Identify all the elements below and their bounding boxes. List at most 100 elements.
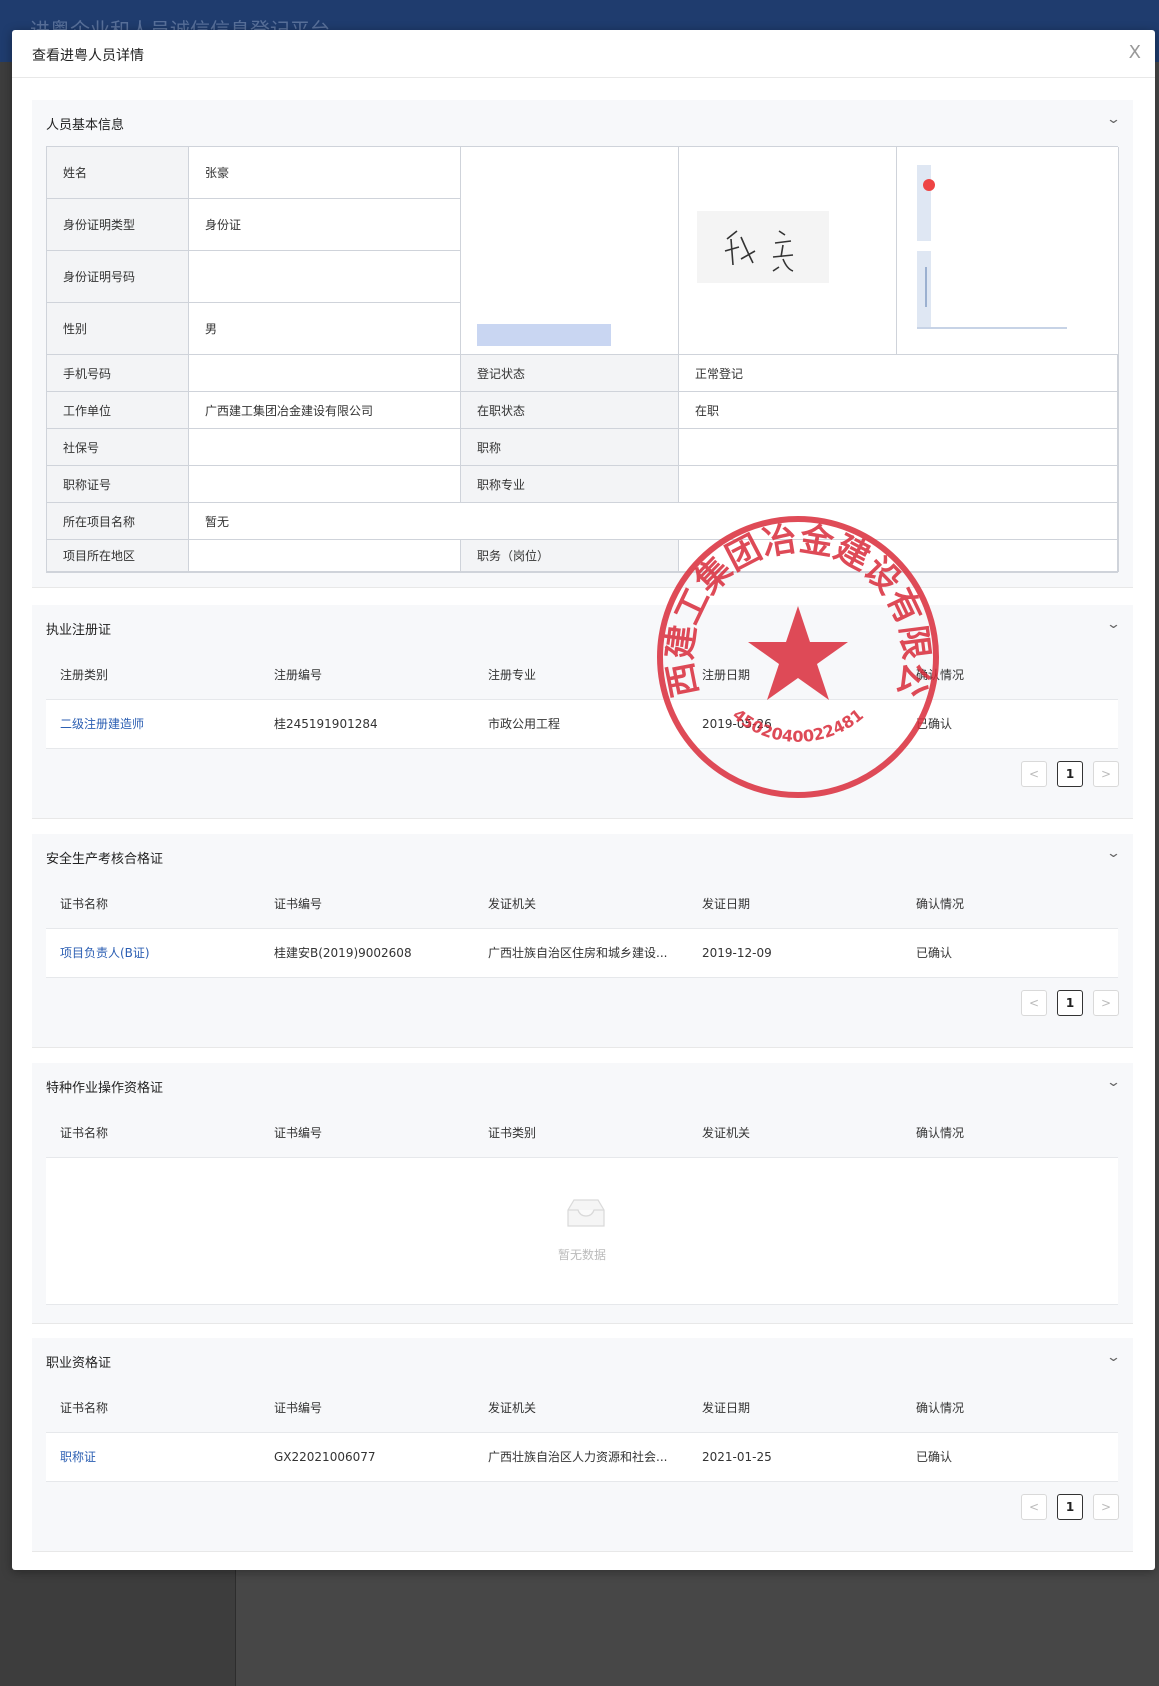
name-label: 姓名 — [47, 147, 189, 199]
next-page-button[interactable]: > — [1093, 761, 1119, 787]
title-cert-label: 职称证号 — [47, 466, 189, 503]
prev-page-button[interactable]: < — [1021, 761, 1047, 787]
col-header: 证书编号 — [274, 897, 323, 911]
photo-fragment — [477, 324, 611, 346]
employer-value: 广西建工集团冶金建设有限公司 — [189, 392, 461, 429]
pagination: < 1 > — [1021, 990, 1119, 1018]
col-header: 证书编号 — [274, 1126, 323, 1140]
section-header[interactable]: 安全生产考核合格证 ⌄ — [32, 834, 1133, 880]
section-title: 特种作业操作资格证 — [46, 1081, 164, 1096]
table-cell: 已确认 — [916, 1450, 953, 1464]
col-header: 确认情况 — [916, 668, 965, 682]
employer-label: 工作单位 — [47, 392, 189, 429]
next-page-button[interactable]: > — [1093, 1494, 1119, 1520]
person-detail-modal: 查看进粤人员详情 X 人员基本信息 ⌄ 姓名 张豪 身份证明类型 身份证 身份证… — [12, 30, 1155, 1570]
col-header: 证书类别 — [488, 1126, 537, 1140]
chevron-down-icon[interactable]: ⌄ — [1106, 1075, 1121, 1090]
cert-name-link[interactable]: 项目负责人(B证) — [60, 929, 250, 977]
chevron-down-icon[interactable]: ⌄ — [1106, 1350, 1121, 1365]
empty-box-icon — [567, 1199, 605, 1227]
region-label: 项目所在地区 — [47, 540, 189, 572]
page-number[interactable]: 1 — [1057, 990, 1083, 1016]
col-header: 确认情况 — [916, 1126, 965, 1140]
reg-status-value: 正常登记 — [679, 355, 1119, 392]
signature-image[interactable] — [679, 147, 897, 355]
id-card-image[interactable] — [897, 147, 1119, 355]
section-basic-info: 人员基本信息 ⌄ 姓名 张豪 身份证明类型 身份证 身份证明号码 性别 男 手机… — [32, 100, 1133, 588]
col-header: 证书名称 — [60, 1126, 109, 1140]
section-header[interactable]: 人员基本信息 ⌄ — [32, 100, 1133, 146]
safety-cert-table: 证书名称 证书编号 发证机关 发证日期 确认情况 项目负责人(B证) 桂建安B(… — [46, 880, 1118, 978]
name-value: 张豪 — [189, 147, 461, 199]
section-title: 执业注册证 — [46, 623, 112, 638]
table-row: 项目负责人(B证) 桂建安B(2019)9002608 广西壮族自治区住房和城乡… — [46, 929, 1118, 978]
id-card-drawing — [917, 165, 1067, 329]
id-no-value — [189, 251, 461, 303]
section-header[interactable]: 执业注册证 ⌄ — [32, 605, 1133, 651]
table-cell: 桂245191901284 — [274, 717, 378, 731]
close-icon[interactable]: X — [1129, 42, 1141, 63]
prev-page-button[interactable]: < — [1021, 990, 1047, 1016]
table-header: 证书名称 证书编号 发证机关 发证日期 确认情况 — [46, 1384, 1118, 1433]
section-special-cert: 特种作业操作资格证 ⌄ 证书名称 证书编号 证书类别 发证机关 确认情况 暂无数… — [32, 1063, 1133, 1324]
col-header: 发证日期 — [702, 897, 751, 911]
social-no-label: 社保号 — [47, 429, 189, 466]
col-header: 注册类别 — [60, 668, 109, 682]
col-header: 发证机关 — [488, 897, 537, 911]
section-header[interactable]: 特种作业操作资格证 ⌄ — [32, 1063, 1133, 1109]
title-cert-value — [189, 466, 461, 503]
position-label: 职务（岗位） — [461, 540, 679, 572]
col-header: 发证日期 — [702, 1401, 751, 1415]
gender-label: 性别 — [47, 303, 189, 355]
col-header: 证书编号 — [274, 1401, 323, 1415]
col-header: 发证机关 — [488, 1401, 537, 1415]
table-cell: 已确认 — [916, 946, 953, 960]
empty-state: 暂无数据 — [46, 1158, 1118, 1305]
pagination: < 1 > — [1021, 761, 1119, 789]
cert-name-link[interactable]: 二级注册建造师 — [60, 700, 250, 748]
col-header: 注册日期 — [702, 668, 751, 682]
chevron-down-icon[interactable]: ⌄ — [1106, 112, 1121, 127]
col-header: 证书名称 — [60, 897, 109, 911]
page-number[interactable]: 1 — [1057, 1494, 1083, 1520]
region-value — [189, 540, 461, 572]
title-major-label: 职称专业 — [461, 466, 679, 503]
col-header: 证书名称 — [60, 1401, 109, 1415]
section-title: 人员基本信息 — [46, 118, 125, 133]
work-status-value: 在职 — [679, 392, 1119, 429]
col-header: 发证机关 — [702, 1126, 751, 1140]
reg-status-label: 登记状态 — [461, 355, 679, 392]
chevron-down-icon[interactable]: ⌄ — [1106, 617, 1121, 632]
table-cell: 已确认 — [916, 717, 953, 731]
id-no-label: 身份证明号码 — [47, 251, 189, 303]
table-header: 注册类别 注册编号 注册专业 注册日期 确认情况 — [46, 651, 1118, 700]
work-status-label: 在职状态 — [461, 392, 679, 429]
col-header: 确认情况 — [916, 1401, 965, 1415]
table-cell: 2021-01-25 — [702, 1450, 772, 1464]
page-number[interactable]: 1 — [1057, 761, 1083, 787]
section-title: 安全生产考核合格证 — [46, 852, 164, 867]
table-header: 证书名称 证书编号 证书类别 发证机关 确认情况 — [46, 1109, 1118, 1158]
table-cell: 桂建安B(2019)9002608 — [274, 946, 412, 960]
pagination: < 1 > — [1021, 1494, 1119, 1522]
special-cert-table: 证书名称 证书编号 证书类别 发证机关 确认情况 — [46, 1109, 1118, 1158]
id-photo[interactable] — [461, 147, 679, 355]
col-header: 注册专业 — [488, 668, 537, 682]
col-header: 确认情况 — [916, 897, 965, 911]
prof-cert-table: 证书名称 证书编号 发证机关 发证日期 确认情况 职称证 GX220210060… — [46, 1384, 1118, 1482]
section-safety-cert: 安全生产考核合格证 ⌄ 证书名称 证书编号 发证机关 发证日期 确认情况 项目负… — [32, 834, 1133, 1048]
title-value — [679, 429, 1119, 466]
table-row: 二级注册建造师 桂245191901284 市政公用工程 2019-05-26 … — [46, 700, 1118, 749]
title-major-value — [679, 466, 1119, 503]
table-cell: GX22021006077 — [274, 1450, 376, 1464]
basic-info-grid: 姓名 张豪 身份证明类型 身份证 身份证明号码 性别 男 手机号码 登记状态 正… — [46, 146, 1119, 573]
table-cell: 广西壮族自治区人力资源和社会... — [488, 1450, 668, 1464]
next-page-button[interactable]: > — [1093, 990, 1119, 1016]
cert-name-link[interactable]: 职称证 — [60, 1433, 250, 1481]
chevron-down-icon[interactable]: ⌄ — [1106, 846, 1121, 861]
section-header[interactable]: 职业资格证 ⌄ — [32, 1338, 1133, 1384]
project-label: 所在项目名称 — [47, 503, 189, 540]
table-cell: 2019-05-26 — [702, 717, 772, 731]
section-title: 职业资格证 — [46, 1356, 112, 1371]
prev-page-button[interactable]: < — [1021, 1494, 1047, 1520]
